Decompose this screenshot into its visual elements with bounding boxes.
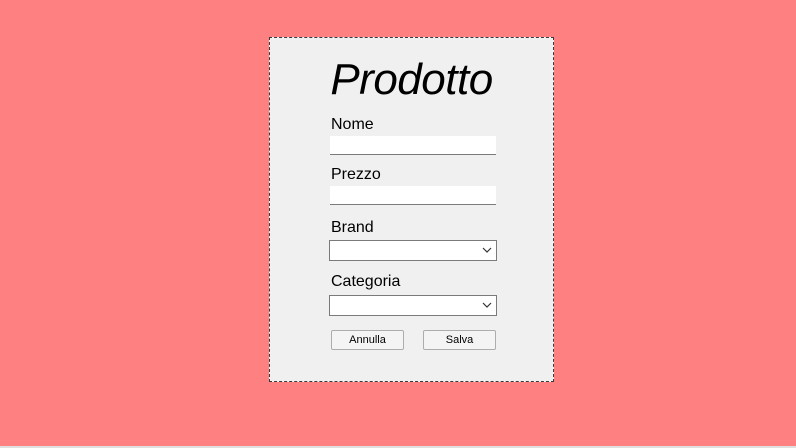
chevron-down-icon	[482, 247, 492, 253]
chevron-down-icon	[482, 302, 492, 308]
categoria-dropdown[interactable]	[329, 295, 497, 316]
categoria-label: Categoria	[331, 273, 401, 290]
prezzo-field[interactable]	[330, 186, 496, 205]
product-form-panel: Prodotto Nome Prezzo Brand Categoria Ann…	[269, 37, 554, 382]
form-title: Prodotto	[330, 55, 493, 104]
save-button[interactable]: Salva	[423, 330, 496, 350]
prezzo-label: Prezzo	[331, 166, 381, 183]
cancel-button[interactable]: Annulla	[331, 330, 404, 350]
nome-field[interactable]	[330, 136, 496, 155]
brand-label: Brand	[331, 219, 374, 236]
nome-label: Nome	[331, 116, 374, 133]
brand-dropdown[interactable]	[329, 240, 497, 261]
